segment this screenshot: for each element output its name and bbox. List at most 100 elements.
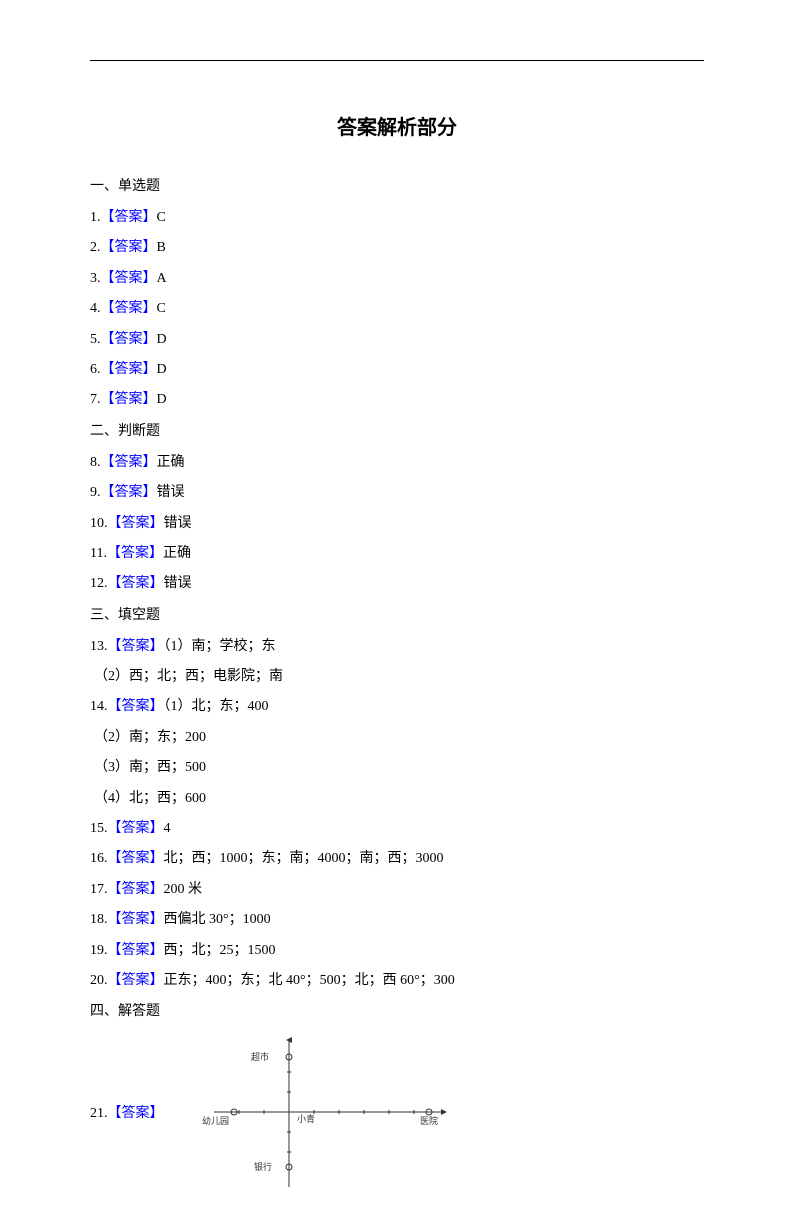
q14-p3: （3）南；西；500 <box>90 757 704 779</box>
answer-label: 【答案】 <box>101 271 157 286</box>
section-2-header: 二、判断题 <box>90 420 704 440</box>
q1-ans: C <box>157 210 166 225</box>
answer-q3: 3.【答案】A <box>90 268 704 290</box>
label-bank: 银行 <box>253 1161 271 1172</box>
answer-label: 【答案】 <box>101 362 157 377</box>
q11-num: 11. <box>90 546 107 561</box>
q16-ans: 北；西；1000；东；南；4000；南；西；3000 <box>164 851 444 866</box>
q7-ans: D <box>157 392 167 407</box>
answer-label: 【答案】 <box>108 973 164 988</box>
answer-label: 【答案】 <box>101 210 157 225</box>
q1-num: 1. <box>90 210 101 225</box>
answer-label: 【答案】 <box>101 392 157 407</box>
q19-num: 19. <box>90 943 108 958</box>
answer-label: 【答案】 <box>108 1106 164 1121</box>
q6-num: 6. <box>90 362 101 377</box>
q18-num: 18. <box>90 912 108 927</box>
coordinate-chart: 超市 幼儿园 医院 银行 小青 <box>194 1032 454 1192</box>
answer-label: 【答案】 <box>101 301 157 316</box>
q21-label-block: 21.【答案】 <box>90 1102 164 1122</box>
label-kindergarten: 幼儿园 <box>201 1115 228 1126</box>
q16-num: 16. <box>90 851 108 866</box>
answer-label: 【答案】 <box>108 882 164 897</box>
chart-svg: 超市 幼儿园 医院 银行 小青 <box>194 1032 454 1192</box>
q8-ans: 正确 <box>157 455 185 470</box>
answer-q4: 4.【答案】C <box>90 298 704 320</box>
q14-p4: （4）北；西；600 <box>90 788 704 810</box>
answer-q13: 13.【答案】（1）南；学校；东 <box>90 636 704 658</box>
q21-num: 21. <box>90 1106 108 1121</box>
q14-p2: （2）南；东；200 <box>90 727 704 749</box>
answer-q1: 1.【答案】C <box>90 207 704 229</box>
label-supermarket: 超市 <box>250 1051 268 1062</box>
q13-num: 13. <box>90 639 108 654</box>
answer-q2: 2.【答案】B <box>90 237 704 259</box>
q15-ans: 4 <box>164 821 171 836</box>
q14-p1: （1）北；东；400 <box>164 699 269 714</box>
q3-num: 3. <box>90 271 101 286</box>
q9-num: 9. <box>90 485 101 500</box>
q14-num: 14. <box>90 699 108 714</box>
answer-label: 【答案】 <box>108 851 164 866</box>
answer-label: 【答案】 <box>101 240 157 255</box>
answer-q21: 21.【答案】 <box>90 1032 704 1192</box>
answer-q8: 8.【答案】正确 <box>90 452 704 474</box>
answer-label: 【答案】 <box>108 639 164 654</box>
q5-ans: D <box>157 332 167 347</box>
q20-num: 20. <box>90 973 108 988</box>
section-4-header: 四、解答题 <box>90 1000 704 1020</box>
q2-num: 2. <box>90 240 101 255</box>
q17-ans: 200 米 <box>164 882 203 897</box>
q19-ans: 西；北；25；1500 <box>164 943 276 958</box>
q10-num: 10. <box>90 516 108 531</box>
q6-ans: D <box>157 362 167 377</box>
q17-num: 17. <box>90 882 108 897</box>
answer-label: 【答案】 <box>108 516 164 531</box>
answer-q16: 16.【答案】北；西；1000；东；南；4000；南；西；3000 <box>90 848 704 870</box>
answer-label: 【答案】 <box>101 332 157 347</box>
q8-num: 8. <box>90 455 101 470</box>
q3-ans: A <box>157 271 167 286</box>
q12-num: 12. <box>90 576 108 591</box>
answer-q11: 11.【答案】正确 <box>90 543 704 565</box>
answer-q18: 18.【答案】西偏北 30°；1000 <box>90 909 704 931</box>
answer-q14: 14.【答案】（1）北；东；400 <box>90 696 704 718</box>
answer-q7: 7.【答案】D <box>90 389 704 411</box>
q15-num: 15. <box>90 821 108 836</box>
answer-q12: 12.【答案】错误 <box>90 573 704 595</box>
q4-ans: C <box>157 301 166 316</box>
label-hospital: 医院 <box>419 1115 437 1126</box>
q9-ans: 错误 <box>157 485 185 500</box>
answer-q10: 10.【答案】错误 <box>90 513 704 535</box>
q13-p2: （2）西；北；西；电影院；南 <box>90 666 704 688</box>
section-1-header: 一、单选题 <box>90 175 704 195</box>
answer-label: 【答案】 <box>108 699 164 714</box>
answer-label: 【答案】 <box>108 576 164 591</box>
q12-ans: 错误 <box>164 576 192 591</box>
section-3-header: 三、填空题 <box>90 604 704 624</box>
q2-ans: B <box>157 240 166 255</box>
answer-label: 【答案】 <box>101 455 157 470</box>
answer-q19: 19.【答案】西；北；25；1500 <box>90 940 704 962</box>
q11-ans: 正确 <box>163 546 191 561</box>
q4-num: 4. <box>90 301 101 316</box>
answer-label: 【答案】 <box>107 546 163 561</box>
answer-q20: 20.【答案】正东；400；东；北 40°；500；北；西 60°；300 <box>90 970 704 992</box>
q5-num: 5. <box>90 332 101 347</box>
answer-label: 【答案】 <box>108 912 164 927</box>
page-title: 答案解析部分 <box>90 111 704 140</box>
q13-p1: （1）南；学校；东 <box>164 639 276 654</box>
answer-label: 【答案】 <box>108 821 164 836</box>
answer-q15: 15.【答案】4 <box>90 818 704 840</box>
answer-q5: 5.【答案】D <box>90 329 704 351</box>
answer-q17: 17.【答案】200 米 <box>90 879 704 901</box>
q18-ans: 西偏北 30°；1000 <box>164 912 271 927</box>
answer-label: 【答案】 <box>101 485 157 500</box>
page-container: 答案解析部分 一、单选题 1.【答案】C 2.【答案】B 3.【答案】A 4.【… <box>0 0 794 1232</box>
answer-q9: 9.【答案】错误 <box>90 482 704 504</box>
answer-label: 【答案】 <box>108 943 164 958</box>
q10-ans: 错误 <box>164 516 192 531</box>
q7-num: 7. <box>90 392 101 407</box>
top-horizontal-rule <box>90 60 704 61</box>
answer-q6: 6.【答案】D <box>90 359 704 381</box>
